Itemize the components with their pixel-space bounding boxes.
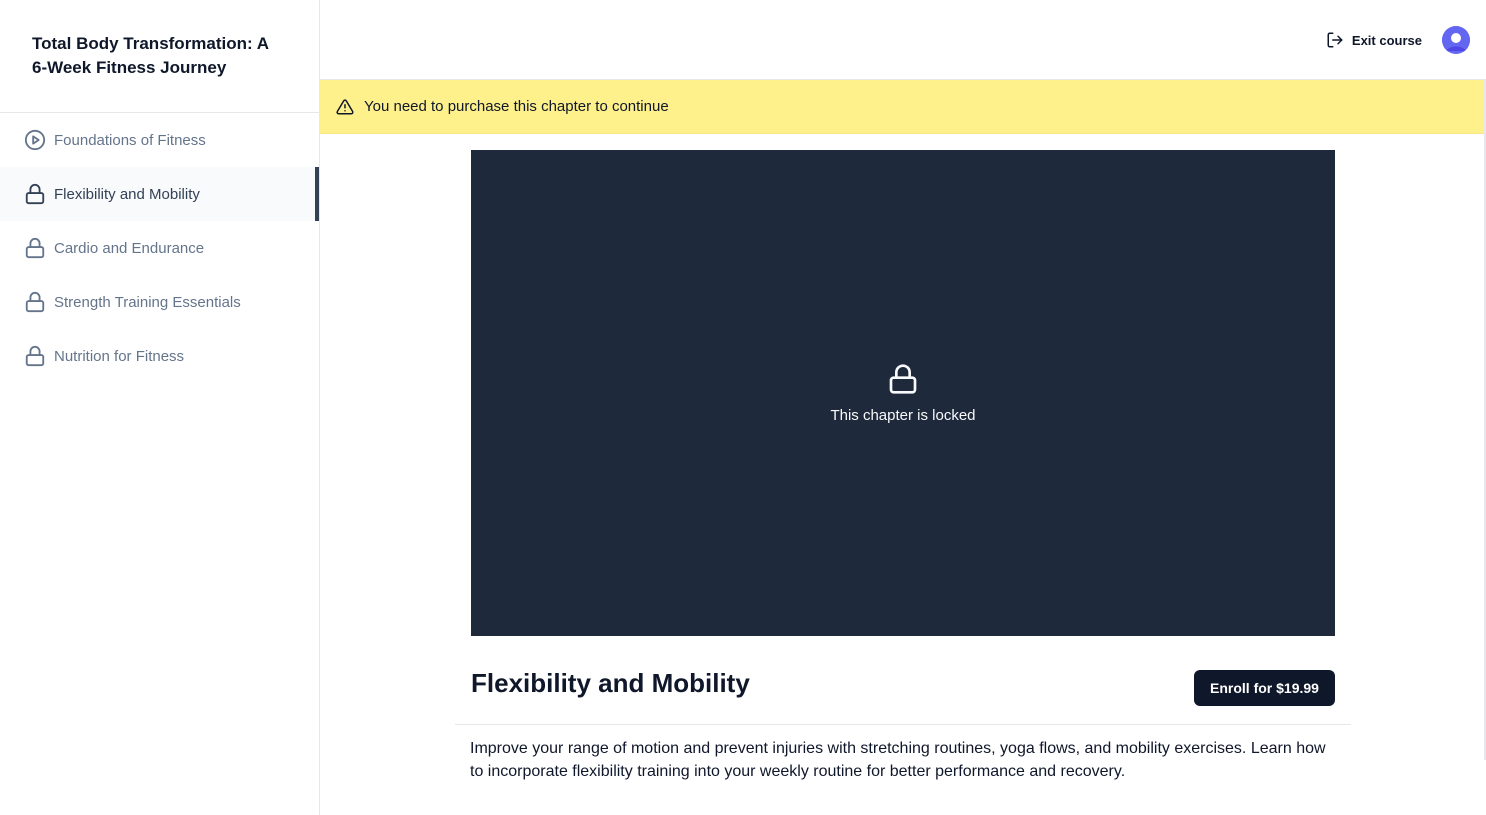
lock-icon [24,291,46,313]
lock-icon [24,345,46,367]
course-title: Total Body Transformation: A 6-Week Fitn… [32,34,269,77]
banner-text: You need to purchase this chapter to con… [364,98,669,115]
enroll-button[interactable]: Enroll for $19.99 [1194,670,1335,706]
sidebar-item-label: Nutrition for Fitness [54,347,185,365]
chapter-title: Flexibility and Mobility [471,668,750,698]
lock-icon [24,237,46,259]
chapter-list: Foundations of Fitness Flexibility and M… [0,113,319,383]
purchase-warning-banner: You need to purchase this chapter to con… [320,80,1486,134]
sidebar-item-strength-training-essentials[interactable]: Strength Training Essentials [0,275,319,329]
top-navbar: Exit course [320,0,1486,80]
sidebar-item-label: Cardio and Endurance [54,239,205,257]
divider [455,724,1351,725]
sidebar-item-nutrition-for-fitness[interactable]: Nutrition for Fitness [0,329,319,383]
exit-course-label: Exit course [1351,32,1422,48]
play-circle-icon [24,129,46,151]
alert-triangle-icon [336,98,354,116]
locked-video-player: This chapter is locked [471,150,1335,636]
user-icon [1442,26,1470,54]
log-out-icon [1326,31,1344,49]
sidebar-header: Total Body Transformation: A 6-Week Fitn… [0,0,319,113]
avatar[interactable] [1442,26,1470,54]
chapter-description: Improve your range of motion and prevent… [470,740,1326,780]
locked-message: This chapter is locked [830,406,976,424]
lock-icon [24,183,46,205]
exit-course-button[interactable]: Exit course [1314,26,1434,54]
sidebar-item-label: Flexibility and Mobility [54,185,200,203]
sidebar-item-label: Foundations of Fitness [54,131,206,149]
sidebar-item-flexibility-and-mobility[interactable]: Flexibility and Mobility [0,167,319,221]
sidebar-item-label: Strength Training Essentials [54,293,241,311]
course-sidebar: Total Body Transformation: A 6-Week Fitn… [0,0,320,815]
lock-icon [887,363,919,395]
sidebar-item-cardio-and-endurance[interactable]: Cardio and Endurance [0,221,319,275]
sidebar-item-foundations-of-fitness[interactable]: Foundations of Fitness [0,113,319,167]
